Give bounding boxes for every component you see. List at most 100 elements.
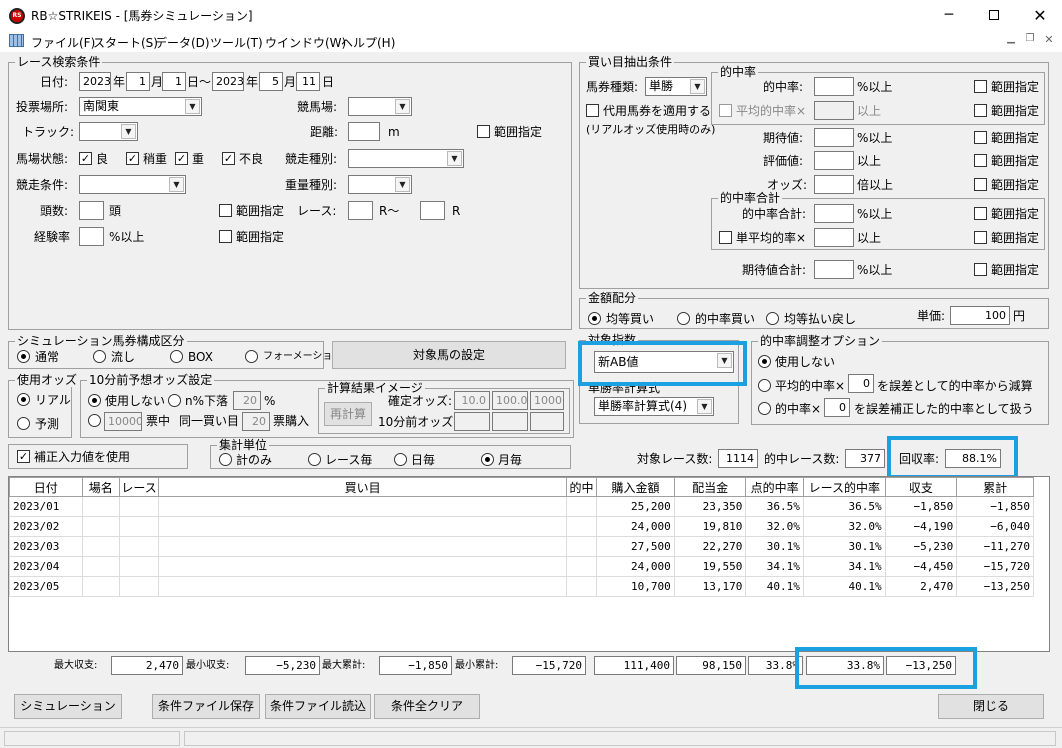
condition-heavy-checkbox[interactable]: ✓ [175, 152, 188, 165]
menu-tool[interactable]: ツール(T) [210, 34, 263, 51]
col-buy-header[interactable]: 買い目 [158, 477, 567, 497]
save-conditions-button[interactable]: 条件ファイル保存 [152, 694, 260, 719]
hit-adjust-hit-radio[interactable] [758, 402, 771, 415]
date-from-day-input[interactable]: 1 [162, 72, 186, 91]
expect-input[interactable] [814, 128, 854, 147]
sim-normal-radio[interactable] [17, 350, 30, 363]
distance-range-checkbox[interactable] [477, 125, 490, 138]
track-select[interactable]: ▼ [79, 122, 138, 141]
expect-total-input[interactable] [814, 260, 854, 279]
col-race-header[interactable]: レース [118, 477, 160, 497]
avg-hit-checkbox[interactable] [719, 104, 732, 117]
race-from-input[interactable] [348, 201, 373, 220]
menu-file[interactable]: ファイル(F) [31, 34, 95, 51]
eval-range-checkbox[interactable] [974, 154, 987, 167]
allocation-equal-radio[interactable] [588, 312, 601, 325]
hit-adjust-none-radio[interactable] [758, 355, 771, 368]
col-date-header[interactable]: 日付 [9, 477, 83, 497]
odds-input[interactable] [814, 175, 854, 194]
condition-good-checkbox[interactable]: ✓ [79, 152, 92, 165]
mdi-restore-button[interactable]: ❐ [1022, 33, 1038, 49]
hit-total-range-checkbox[interactable] [974, 207, 987, 220]
minimize-button[interactable]: ─ [926, 0, 972, 31]
load-conditions-button[interactable]: 条件ファイル読込 [265, 694, 371, 719]
venue-select[interactable]: 南関東 ▼ [79, 97, 202, 116]
col-venue-header[interactable]: 場名 [81, 477, 120, 497]
odds10-drop-input[interactable]: 20 [233, 391, 261, 410]
avg-hit-input[interactable] [814, 101, 854, 120]
odds10-drop-radio[interactable] [168, 394, 181, 407]
col-race-hit-header[interactable]: レース的中率 [802, 477, 886, 497]
hit-adjust-avg-radio[interactable] [758, 379, 771, 392]
col-cumulative-header[interactable]: 累計 [956, 477, 1034, 497]
weight-type-select[interactable]: ▼ [348, 175, 412, 194]
table-row[interactable]: 2023/01 25,200 23,350 36.5% 36.5% −1,850 −1,85… [9, 496, 1034, 517]
heads-range-checkbox[interactable] [219, 204, 232, 217]
hit-adjust-hit-input[interactable]: 0 [824, 398, 850, 417]
col-point-hit-header[interactable]: 点的中率 [745, 477, 804, 497]
correction-checkbox[interactable]: ✓ [17, 450, 30, 463]
hit-rate-range-checkbox[interactable] [974, 80, 987, 93]
table-row[interactable]: 2023/05 10,700 13,170 40.1% 40.1% 2,470 −13,25… [9, 576, 1034, 597]
col-hit-header[interactable]: 的中 [565, 477, 598, 497]
odds-predict-radio[interactable] [17, 417, 30, 430]
simulate-button[interactable]: シミュレーション [14, 694, 122, 719]
bet-type-select[interactable]: 単勝 ▼ [645, 77, 707, 96]
expect-range-checkbox[interactable] [974, 131, 987, 144]
odds10-votes-input[interactable]: 10000 [104, 412, 142, 431]
menu-help[interactable]: ヘルプ(H) [341, 34, 395, 51]
hit-total-input[interactable] [814, 204, 854, 223]
odds10-votes-radio[interactable] [88, 414, 101, 427]
close-button[interactable]: 閉じる [938, 694, 1044, 719]
expect-total-range-checkbox[interactable] [974, 263, 987, 276]
menu-start[interactable]: スタート(S) [93, 34, 158, 51]
table-row[interactable]: 2023/02 24,000 19,810 32.0% 32.0% −4,190 −6,04… [9, 516, 1034, 537]
allocation-payout-radio[interactable] [766, 312, 779, 325]
sim-nagashi-radio[interactable] [93, 350, 106, 363]
race-type-select[interactable]: ▼ [348, 149, 464, 168]
col-payout-header[interactable]: 配当金 [673, 477, 747, 497]
odds-range-checkbox[interactable] [974, 178, 987, 191]
date-from-year-input[interactable]: 2023 [79, 72, 111, 91]
table-row[interactable]: 2023/03 27,500 22,270 30.1% 30.1% −5,230 −11,2… [9, 536, 1034, 557]
allocation-hit-radio[interactable] [677, 312, 690, 325]
aggregate-total-radio[interactable] [219, 453, 232, 466]
single-avg-checkbox[interactable] [719, 231, 732, 244]
hit-rate-input[interactable] [814, 77, 854, 96]
recalc-button[interactable]: 再計算 [324, 402, 372, 426]
eval-input[interactable] [814, 151, 854, 170]
close-window-button[interactable]: ✕ [1018, 0, 1062, 31]
calc-formula-select[interactable]: 単勝率計算式(4) ▼ [594, 397, 714, 416]
avg-hit-range-checkbox[interactable] [974, 104, 987, 117]
aggregate-day-radio[interactable] [394, 453, 407, 466]
distance-input[interactable] [348, 122, 380, 141]
odds-real-radio[interactable] [17, 393, 30, 406]
menu-data[interactable]: データ(D) [155, 34, 210, 51]
target-horse-button[interactable]: 対象馬の設定 [332, 341, 566, 369]
proxy-bet-checkbox[interactable] [586, 104, 599, 117]
date-to-day-input[interactable]: 11 [296, 72, 320, 91]
heads-input[interactable] [79, 201, 104, 220]
date-to-month-input[interactable]: 5 [259, 72, 283, 91]
aggregate-month-radio[interactable] [481, 453, 494, 466]
condition-bad-checkbox[interactable]: ✓ [222, 152, 235, 165]
mdi-close-button[interactable]: ✕ [1041, 33, 1057, 49]
race-to-input[interactable] [420, 201, 445, 220]
maximize-button[interactable] [972, 0, 1018, 31]
exp-range-checkbox[interactable] [219, 230, 232, 243]
odds10-same-input[interactable]: 20 [242, 412, 270, 431]
date-to-year-input[interactable]: 2023 [212, 72, 244, 91]
menu-window[interactable]: ウインドウ(W) [265, 34, 346, 51]
mdi-minimize-button[interactable]: ▁ [1003, 33, 1019, 49]
col-purchase-header[interactable]: 購入金額 [596, 477, 675, 497]
hit-adjust-avg-input[interactable]: 0 [848, 374, 874, 393]
exp-input[interactable] [79, 227, 104, 246]
unit-price-input[interactable]: 100 [950, 306, 1010, 325]
sim-box-radio[interactable] [170, 350, 183, 363]
clear-conditions-button[interactable]: 条件全クリア [374, 694, 480, 719]
aggregate-race-radio[interactable] [308, 453, 321, 466]
odds10-notuse-radio[interactable] [88, 394, 101, 407]
col-profit-header[interactable]: 収支 [884, 477, 958, 497]
table-row[interactable]: 2023/04 24,000 19,550 34.1% 34.1% −4,450 −15,7… [9, 556, 1034, 577]
racecourse-select[interactable]: ▼ [348, 97, 412, 116]
